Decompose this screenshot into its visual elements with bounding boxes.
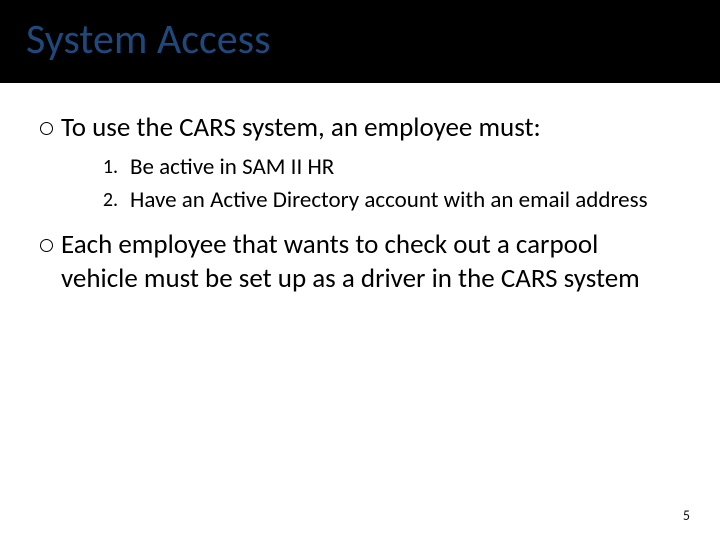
list-text: Have an Active Directory account with an… bbox=[130, 186, 648, 215]
bullet-text: Each employee that wants to check out a … bbox=[61, 228, 680, 296]
bullet-item: Each employee that wants to check out a … bbox=[40, 228, 680, 296]
list-item: 1. Be active in SAM II HR bbox=[92, 153, 680, 182]
list-number: 2. bbox=[92, 188, 118, 212]
bullet-circle-icon bbox=[40, 239, 53, 252]
page-number: 5 bbox=[683, 507, 690, 524]
slide-body: To use the CARS system, an employee must… bbox=[0, 83, 720, 296]
title-bar: System Access bbox=[0, 0, 720, 83]
numbered-list: 1. Be active in SAM II HR 2. Have an Act… bbox=[92, 153, 680, 215]
list-text: Be active in SAM II HR bbox=[130, 153, 334, 182]
slide: System Access To use the CARS system, an… bbox=[0, 0, 720, 540]
list-number: 1. bbox=[92, 155, 118, 179]
bullet-text: To use the CARS system, an employee must… bbox=[61, 111, 541, 145]
bullet-circle-icon bbox=[40, 122, 53, 135]
slide-title: System Access bbox=[26, 14, 694, 65]
bullet-item: To use the CARS system, an employee must… bbox=[40, 111, 680, 145]
list-item: 2. Have an Active Directory account with… bbox=[92, 186, 680, 215]
